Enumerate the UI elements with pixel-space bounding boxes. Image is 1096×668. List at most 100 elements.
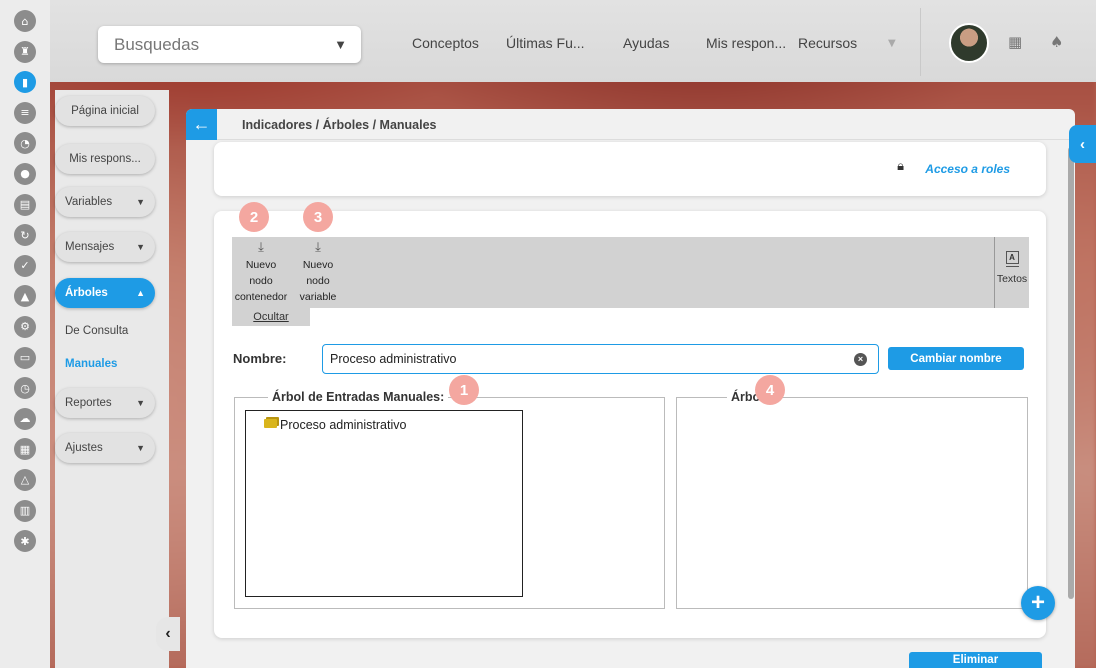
gears-icon[interactable]: ⚙ [14, 315, 36, 338]
new-container-node-button[interactable]: ⤓ Nuevo nodo contenedor [232, 237, 290, 305]
new-variable-line2: nodo [306, 275, 330, 287]
folder-open-icon [264, 419, 277, 428]
menu-ajustes[interactable]: Ajustes ▼ [55, 433, 155, 463]
cycle-icon[interactable]: ↻ [14, 224, 36, 247]
tree-node-root[interactable]: Proceso administrativo [264, 418, 406, 432]
main-panel: ← Indicadores / Árboles / Manuales 🔒︎ Ac… [186, 109, 1075, 668]
monitor-icon[interactable]: ▭ [14, 346, 36, 369]
submenu-manuales[interactable]: Manuales [65, 358, 117, 370]
name-input[interactable]: Proceso administrativo [322, 344, 879, 374]
calendar-icon[interactable]: ▦ [14, 438, 36, 461]
marker-3: 3 [303, 202, 333, 232]
menu-home-label: Página inicial [71, 105, 139, 117]
delete-button[interactable]: Eliminar [909, 652, 1042, 668]
divider [920, 8, 921, 76]
menu-variables[interactable]: Variables ▼ [55, 187, 155, 217]
manual-tree-fieldset: Árbol de Entradas Manuales: Proceso admi… [234, 390, 665, 609]
roles-card: 🔒︎ Acceso a roles [214, 142, 1046, 196]
top-bar: Busquedas ▼ Conceptos Últimas Fu... Ayud… [50, 0, 1096, 82]
breadcrumb: Indicadores / Árboles / Manuales [242, 118, 437, 132]
scrollbar[interactable] [1068, 147, 1074, 599]
name-label: Nombre: [233, 351, 287, 366]
text-underline [1005, 266, 1019, 267]
notes-icon[interactable]: ▥ [14, 499, 36, 522]
menu-reportes-label: Reportes [65, 397, 112, 409]
warning-icon[interactable]: ▲ [14, 285, 36, 308]
back-button[interactable]: ← [186, 109, 217, 140]
pie-icon[interactable]: ◔ [14, 132, 36, 155]
nav-mis-responsabilidades[interactable]: Mis respon... [706, 35, 786, 51]
menu-ajustes-label: Ajustes [65, 442, 103, 454]
caret-down-icon: ▼ [136, 197, 145, 207]
home-icon[interactable]: ⌂ [14, 10, 36, 32]
avatar[interactable] [949, 23, 989, 63]
new-container-line3: contenedor [234, 291, 288, 303]
tree-node-label: Proceso administrativo [280, 418, 407, 432]
add-button[interactable]: + [1021, 586, 1055, 620]
clock-icon[interactable]: ◷ [14, 377, 36, 400]
globe-icon[interactable]: ● [14, 162, 36, 185]
access-roles-link[interactable]: Acceso a roles [925, 162, 1010, 176]
caret-down-icon: ▼ [136, 398, 145, 408]
download-icon: ⤓ [258, 240, 264, 255]
network-icon[interactable]: △ [14, 468, 36, 491]
check-icon[interactable]: ✓ [14, 254, 36, 277]
menu-home[interactable]: Página inicial [55, 96, 155, 126]
bell-icon[interactable]: ♠ [1050, 33, 1063, 51]
text-a-icon: A [1005, 251, 1019, 264]
submenu-de-consulta[interactable]: De Consulta [65, 325, 128, 337]
settings-icon[interactable]: ✱ [14, 530, 36, 553]
nav-ayudas[interactable]: Ayudas [623, 35, 669, 51]
lock-icon: 🔒︎ [897, 159, 904, 174]
cloud-icon[interactable]: ☁ [14, 407, 36, 430]
nav-ultimas-funciones[interactable]: Últimas Fu... [506, 35, 585, 51]
menu-my-responsibilities-label: Mis respons... [69, 153, 141, 165]
chevron-left-icon: ‹ [1080, 135, 1085, 153]
arrow-left-icon: ← [192, 114, 211, 134]
search-select-label: Busquedas [114, 34, 200, 54]
title-bar: ← Indicadores / Árboles / Manuales [186, 109, 1075, 140]
new-variable-line1: Nuevo [302, 259, 334, 271]
new-variable-node-button[interactable]: ⤓ Nuevo nodo variable [294, 237, 342, 305]
document-icon[interactable]: ▤ [14, 193, 36, 216]
caret-down-icon: ▼ [136, 242, 145, 252]
more-chevron-icon[interactable]: ▼ [888, 38, 896, 49]
calendar-icon[interactable]: ▦ [1008, 33, 1022, 51]
chess-icon[interactable]: ♜ [14, 40, 36, 63]
caret-up-icon: ▲ [136, 288, 145, 298]
marker-1: 1 [449, 375, 479, 405]
search-select[interactable]: Busquedas ▼ [98, 26, 361, 63]
tree-fieldset: Árbol: [676, 390, 1028, 609]
marker-4: 4 [755, 375, 785, 405]
menu-reportes[interactable]: Reportes ▼ [55, 388, 155, 418]
hide-toolbar-link[interactable]: Ocultar [232, 308, 310, 326]
collapse-menu-button[interactable]: ‹ [156, 617, 180, 651]
manual-tree-box[interactable]: Proceso administrativo [245, 410, 523, 597]
nav-recursos[interactable]: Recursos [798, 35, 857, 51]
nav-conceptos[interactable]: Conceptos [412, 35, 479, 51]
manual-tree-title: Árbol de Entradas Manuales: [268, 390, 449, 404]
clear-icon[interactable]: × [854, 353, 867, 366]
plus-icon: + [1030, 589, 1045, 616]
caret-down-icon: ▼ [136, 443, 145, 453]
new-container-line1: Nuevo [245, 259, 277, 271]
menu-my-responsibilities[interactable]: Mis respons... [55, 144, 155, 174]
menu-arboles[interactable]: Árboles ▲ [55, 278, 155, 308]
marker-2: 2 [239, 202, 269, 232]
icon-rail: ⌂ ♜ ▮ ≡ ◔ ● ▤ ↻ ✓ ▲ ⚙ ▭ ◷ ☁ ▦ △ ▥ ✱ [0, 0, 50, 668]
texts-button[interactable]: A Textos [994, 237, 1029, 308]
texts-label: Textos [996, 273, 1028, 285]
new-variable-line3: variable [299, 291, 337, 303]
new-container-line2: nodo [249, 275, 273, 287]
menu-mensajes[interactable]: Mensajes ▼ [55, 232, 155, 262]
menu-mensajes-label: Mensajes [65, 241, 115, 253]
download-icon: ⤓ [315, 240, 321, 255]
chevron-down-icon: ▼ [334, 37, 347, 52]
menu-arboles-label: Árboles [65, 287, 108, 299]
side-menu: Página inicial Mis respons... Variables ▼… [55, 90, 169, 668]
rename-button[interactable]: Cambiar nombre [888, 347, 1024, 370]
expand-right-panel-button[interactable]: ‹ [1069, 125, 1096, 163]
menu-variables-label: Variables [65, 196, 113, 208]
chart-icon[interactable]: ▮ [14, 71, 36, 94]
list-icon[interactable]: ≡ [14, 101, 36, 124]
